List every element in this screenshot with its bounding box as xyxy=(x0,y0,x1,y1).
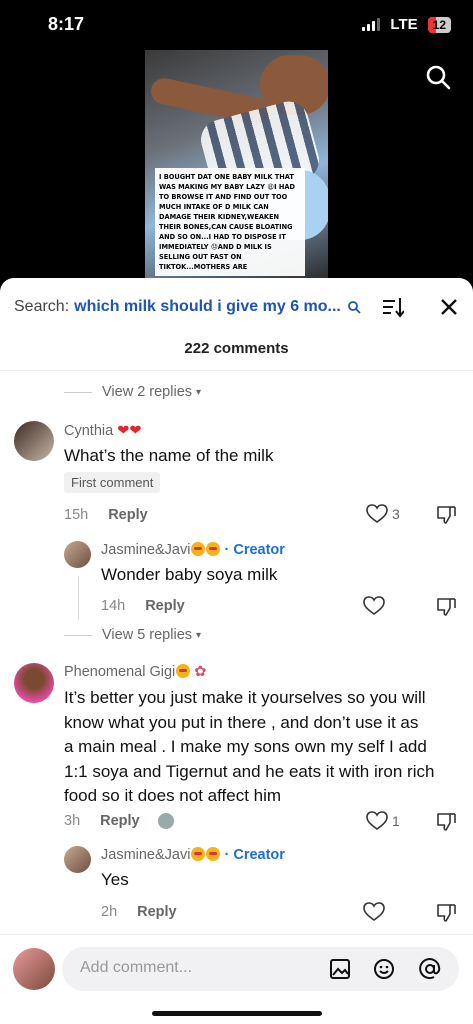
like-button[interactable] xyxy=(363,902,385,922)
creator-badge: · Creator xyxy=(224,542,285,558)
comment-time: 3h xyxy=(64,813,81,829)
like-count: 1 xyxy=(392,813,400,829)
reply-button[interactable]: Reply xyxy=(145,598,185,614)
reply-button[interactable]: Reply xyxy=(108,507,148,523)
dislike-icon[interactable] xyxy=(435,596,457,618)
battery-icon: 12 xyxy=(427,16,451,33)
emoji-icon[interactable] xyxy=(372,957,396,981)
avatar[interactable] xyxy=(14,421,54,461)
view-replies-button[interactable]: View 5 replies ▾ xyxy=(64,627,201,643)
heart-icon xyxy=(366,811,388,830)
comment-composer: Add comment... xyxy=(0,934,473,1024)
close-icon[interactable] xyxy=(439,297,459,317)
reply-button[interactable]: Reply xyxy=(137,904,177,920)
dislike-icon[interactable] xyxy=(435,902,457,924)
search-bar[interactable]: Search: which milk should i give my 6 mo… xyxy=(14,295,459,319)
heart-icon xyxy=(363,596,385,615)
avatar[interactable] xyxy=(14,663,54,703)
heart-icon xyxy=(363,902,385,921)
reply-time: 14h xyxy=(101,598,126,614)
reply-time: 2h xyxy=(101,904,118,920)
reply-text: Yes xyxy=(101,870,129,889)
status-bar: 8:17 LTE 12 xyxy=(0,0,473,50)
sort-icon[interactable] xyxy=(382,295,404,319)
like-count: 3 xyxy=(392,506,400,522)
view-replies-button[interactable]: View 2 replies ▾ xyxy=(64,384,201,400)
mention-icon[interactable] xyxy=(418,957,442,981)
heart-icon xyxy=(366,504,388,523)
video-preview[interactable]: I BOUGHT DAT ONE BABY MILK THAT WAS MAKI… xyxy=(145,50,328,280)
creator-badge: · Creator xyxy=(224,847,285,863)
avatar[interactable] xyxy=(64,541,91,568)
my-avatar xyxy=(13,948,55,990)
home-indicator xyxy=(152,1011,322,1016)
reply-text: Wonder baby soya milk xyxy=(101,565,278,584)
comment-text: What’s the name of the milk xyxy=(64,446,274,465)
comment-username[interactable]: Phenomenal Gigi ✿ xyxy=(64,664,206,680)
comment-meta: 15h Reply xyxy=(64,507,148,523)
reply-meta: 14h Reply xyxy=(101,598,185,614)
search-small-icon xyxy=(347,301,361,314)
add-comment-placeholder: Add comment... xyxy=(80,959,193,976)
reply-meta: 2h Reply xyxy=(101,904,177,920)
dislike-icon[interactable] xyxy=(435,811,457,833)
comment-time: 15h xyxy=(64,507,89,523)
network-label: LTE xyxy=(390,16,418,33)
comment-text: It’s better you just make it yourselves … xyxy=(64,688,435,805)
like-button[interactable]: 3 xyxy=(366,504,400,524)
search-label: Search: xyxy=(14,298,70,315)
reply-username[interactable]: Jasmine&Javi · Creator xyxy=(101,847,285,863)
add-comment-input[interactable]: Add comment... xyxy=(62,947,459,991)
status-time: 8:17 xyxy=(48,14,85,34)
comment-username[interactable]: Cynthia ❤❤ xyxy=(64,423,142,439)
creator-liked-avatar xyxy=(157,813,174,829)
first-comment-badge: First comment xyxy=(64,472,161,493)
comments-sheet: Search: which milk should i give my 6 mo… xyxy=(0,278,473,1024)
reply-username[interactable]: Jasmine&Javi · Creator xyxy=(101,542,285,558)
search-query-link[interactable]: which milk should i give my 6 mo... xyxy=(74,298,341,316)
avatar[interactable] xyxy=(64,846,91,873)
dislike-icon[interactable] xyxy=(435,504,457,526)
search-icon[interactable] xyxy=(425,64,451,90)
reply-button[interactable]: Reply xyxy=(100,813,140,829)
like-button[interactable] xyxy=(363,596,385,616)
signal-icon xyxy=(362,18,381,31)
status-indicators: LTE 12 xyxy=(362,16,451,33)
image-icon[interactable] xyxy=(328,957,352,981)
like-button[interactable]: 1 xyxy=(366,811,400,831)
comments-count: 222 comments xyxy=(184,340,289,357)
comment-meta: 3h Reply xyxy=(64,813,174,829)
video-overlay-text: I BOUGHT DAT ONE BABY MILK THAT WAS MAKI… xyxy=(155,168,305,276)
